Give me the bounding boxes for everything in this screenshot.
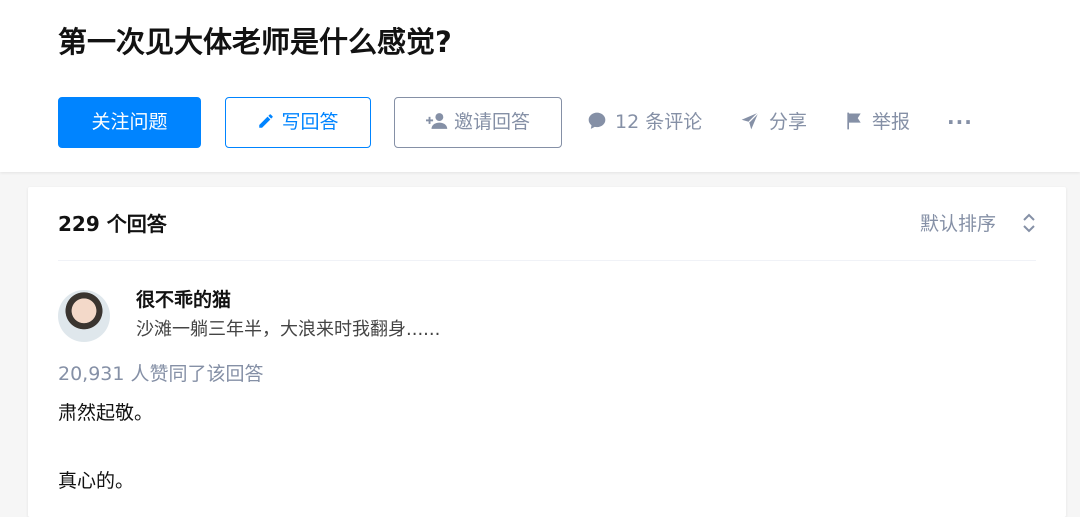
- answers-card: 229 个回答 默认排序 很不乖的猫 沙滩一躺三年半，大浪来时我翻身......…: [28, 187, 1066, 517]
- report-label: 举报: [872, 111, 911, 133]
- write-answer-button[interactable]: 写回答: [225, 97, 371, 148]
- comment-icon: [588, 112, 606, 129]
- invite-answer-button[interactable]: 邀请回答: [394, 97, 562, 148]
- answer-paragraph: 肃然起敬。: [58, 402, 154, 424]
- follow-question-button[interactable]: 关注问题: [58, 97, 201, 148]
- question-header: 第一次见大体老师是什么感觉? 关注问题 写回答 邀请回答 12 条评论 分享 举…: [0, 0, 1080, 172]
- answer-paragraph: 真心的。: [58, 470, 135, 492]
- paper-plane-icon: [741, 111, 759, 129]
- report-button[interactable]: 举报: [844, 97, 910, 148]
- follow-question-label: 关注问题: [91, 111, 168, 133]
- answer-author: 很不乖的猫 沙滩一躺三年半，大浪来时我翻身......: [58, 287, 958, 347]
- pencil-icon: [259, 113, 274, 128]
- more-options-button[interactable]: ···: [947, 97, 973, 148]
- answer-count: 229 个回答: [58, 212, 167, 236]
- sort-arrows-icon: [1023, 213, 1035, 233]
- comments-button[interactable]: 12 条评论: [587, 97, 702, 148]
- share-button[interactable]: 分享: [739, 97, 807, 148]
- comments-label: 12 条评论: [615, 111, 703, 133]
- invite-answer-label: 邀请回答: [453, 111, 530, 133]
- sort-order-toggle[interactable]: 默认排序: [920, 208, 1036, 240]
- vote-count[interactable]: 20,931 人赞同了该回答: [58, 361, 264, 387]
- sort-order-label: 默认排序: [919, 213, 996, 235]
- flag-icon: [847, 112, 861, 129]
- add-person-icon: [425, 112, 448, 129]
- write-answer-label: 写回答: [281, 111, 339, 133]
- question-title: 第一次见大体老师是什么感觉?: [58, 25, 452, 59]
- question-action-bar: 关注问题 写回答 邀请回答 12 条评论 分享 举报 ···: [58, 97, 1058, 148]
- author-name[interactable]: 很不乖的猫: [136, 287, 231, 313]
- avatar[interactable]: [58, 290, 110, 342]
- share-label: 分享: [769, 111, 808, 133]
- answers-list-header: 229 个回答 默认排序: [58, 187, 1036, 261]
- author-bio: 沙滩一躺三年半，大浪来时我翻身......: [136, 319, 441, 340]
